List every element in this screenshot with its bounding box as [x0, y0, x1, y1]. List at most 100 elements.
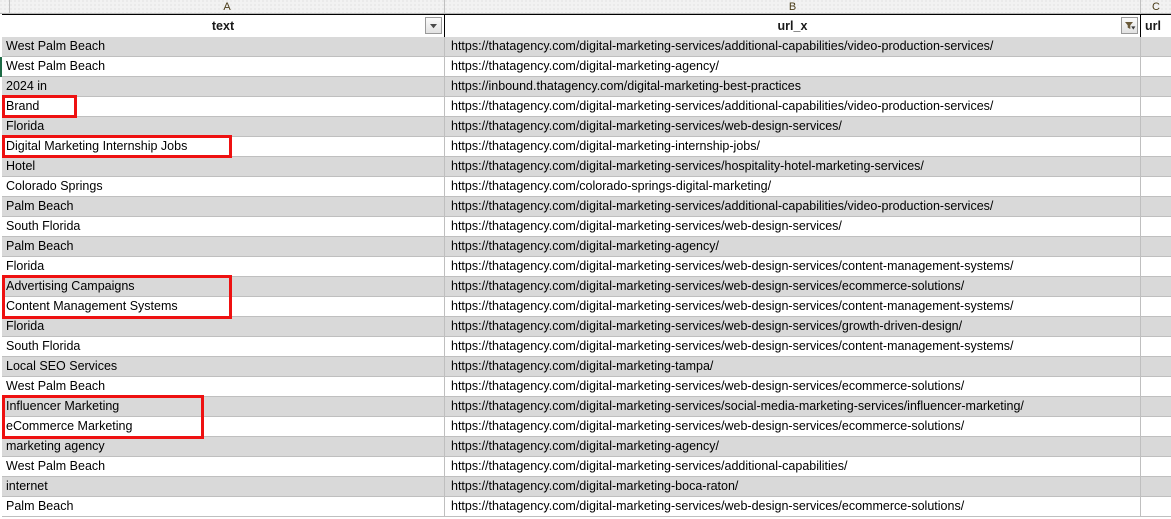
table-row[interactable]: South Florida https://thatagency.com/digi… — [0, 217, 1171, 237]
cell-url-x[interactable]: https://thatagency.com/digital-marketing… — [445, 417, 1141, 437]
cell-url-x[interactable]: https://thatagency.com/digital-marketing… — [445, 477, 1141, 497]
cell-url[interactable] — [1141, 197, 1171, 217]
cell-url[interactable] — [1141, 377, 1171, 397]
cell-text[interactable]: marketing agency — [2, 437, 445, 457]
cell-url-x[interactable]: https://thatagency.com/digital-marketing… — [445, 257, 1141, 277]
cell-url[interactable] — [1141, 417, 1171, 437]
cell-url-x[interactable]: https://thatagency.com/digital-marketing… — [445, 197, 1141, 217]
cell-url[interactable] — [1141, 237, 1171, 257]
cell-url-x[interactable]: https://thatagency.com/digital-marketing… — [445, 57, 1141, 77]
table-row[interactable]: Brand https://thatagency.com/digital-mark… — [0, 97, 1171, 117]
cell-url[interactable] — [1141, 77, 1171, 97]
dropdown-arrow-icon[interactable] — [425, 17, 442, 34]
cell-url[interactable] — [1141, 497, 1171, 517]
cell-url-x[interactable]: https://thatagency.com/digital-marketing… — [445, 297, 1141, 317]
cell-url-x[interactable]: https://thatagency.com/digital-marketing… — [445, 157, 1141, 177]
url-link[interactable]: https://thatagency.com/digital-marketing… — [451, 479, 738, 493]
url-link[interactable]: https://thatagency.com/digital-marketing… — [451, 279, 964, 293]
url-link[interactable]: https://thatagency.com/digital-marketing… — [451, 419, 964, 433]
cell-text[interactable]: West Palm Beach — [2, 457, 445, 477]
cell-text[interactable]: West Palm Beach — [2, 37, 445, 57]
cell-url-x[interactable]: https://thatagency.com/digital-marketing… — [445, 357, 1141, 377]
cell-text[interactable]: Hotel — [2, 157, 445, 177]
cell-url[interactable] — [1141, 277, 1171, 297]
column-header-b[interactable]: B — [445, 0, 1141, 14]
table-row[interactable]: Local SEO Services https://thatagency.com… — [0, 357, 1171, 377]
table-row[interactable]: West Palm Beach https://thatagency.com/di… — [0, 57, 1171, 77]
table-row[interactable]: Palm Beach https://thatagency.com/digital… — [0, 497, 1171, 517]
url-link[interactable]: https://inbound.thatagency.com/digital-m… — [451, 79, 801, 93]
url-link[interactable]: https://thatagency.com/digital-marketing… — [451, 319, 962, 333]
cell-url[interactable] — [1141, 317, 1171, 337]
table-row[interactable]: South Florida https://thatagency.com/digi… — [0, 337, 1171, 357]
cell-text[interactable]: Influencer Marketing — [2, 397, 445, 417]
cell-url-x[interactable]: https://thatagency.com/colorado-springs-… — [445, 177, 1141, 197]
cell-url-x[interactable]: https://thatagency.com/digital-marketing… — [445, 337, 1141, 357]
table-row[interactable]: internet https://thatagency.com/digital-m… — [0, 477, 1171, 497]
cell-text[interactable]: Colorado Springs — [2, 177, 445, 197]
cell-url-x[interactable]: https://thatagency.com/digital-marketing… — [445, 137, 1141, 157]
cell-url[interactable] — [1141, 97, 1171, 117]
cell-url-x[interactable]: https://thatagency.com/digital-marketing… — [445, 237, 1141, 257]
table-row[interactable]: Florida https://thatagency.com/digital-ma… — [0, 117, 1171, 137]
table-row[interactable]: Advertising Campaigns https://thatagency.… — [0, 277, 1171, 297]
cell-text[interactable]: Florida — [2, 117, 445, 137]
cell-text[interactable]: Content Management Systems — [2, 297, 445, 317]
cell-text[interactable]: Palm Beach — [2, 197, 445, 217]
table-row[interactable]: eCommerce Marketing https://thatagency.co… — [0, 417, 1171, 437]
cell-url[interactable] — [1141, 257, 1171, 277]
url-link[interactable]: https://thatagency.com/digital-marketing… — [451, 299, 1014, 313]
table-row[interactable]: Content Management Systems https://thatag… — [0, 297, 1171, 317]
cell-text[interactable]: Palm Beach — [2, 237, 445, 257]
cell-text[interactable]: Florida — [2, 317, 445, 337]
table-row[interactable]: West Palm Beach https://thatagency.com/di… — [0, 457, 1171, 477]
cell-text[interactable]: South Florida — [2, 337, 445, 357]
column-header-c[interactable]: C — [1141, 0, 1171, 14]
cell-url[interactable] — [1141, 37, 1171, 57]
cell-url[interactable] — [1141, 477, 1171, 497]
table-row[interactable]: Colorado Springs https://thatagency.com/c… — [0, 177, 1171, 197]
cell-url[interactable] — [1141, 137, 1171, 157]
cell-text[interactable]: Florida — [2, 257, 445, 277]
cell-url-x[interactable]: https://thatagency.com/digital-marketing… — [445, 117, 1141, 137]
cell-text[interactable]: Advertising Campaigns — [2, 277, 445, 297]
table-row[interactable]: Hotel https://thatagency.com/digital-mark… — [0, 157, 1171, 177]
cell-url[interactable] — [1141, 457, 1171, 477]
url-link[interactable]: https://thatagency.com/digital-marketing… — [451, 239, 719, 253]
cell-url[interactable] — [1141, 217, 1171, 237]
url-link[interactable]: https://thatagency.com/digital-marketing… — [451, 59, 719, 73]
cell-url[interactable] — [1141, 297, 1171, 317]
cell-text[interactable]: internet — [2, 477, 445, 497]
table-row[interactable]: West Palm Beach https://thatagency.com/di… — [0, 377, 1171, 397]
url-link[interactable]: https://thatagency.com/digital-marketing… — [451, 379, 964, 393]
url-link[interactable]: https://thatagency.com/digital-marketing… — [451, 499, 964, 513]
cell-text[interactable]: Brand — [2, 97, 445, 117]
cell-url-x[interactable]: https://thatagency.com/digital-marketing… — [445, 277, 1141, 297]
cell-url[interactable] — [1141, 357, 1171, 377]
cell-text[interactable]: Digital Marketing Internship Jobs — [2, 137, 445, 157]
cell-url[interactable] — [1141, 177, 1171, 197]
url-link[interactable]: https://thatagency.com/colorado-springs-… — [451, 179, 771, 193]
cell-text[interactable]: South Florida — [2, 217, 445, 237]
cell-text[interactable]: Local SEO Services — [2, 357, 445, 377]
cell-url[interactable] — [1141, 57, 1171, 77]
table-row[interactable]: Palm Beach https://thatagency.com/digital… — [0, 197, 1171, 217]
cell-url-x[interactable]: https://thatagency.com/digital-marketing… — [445, 497, 1141, 517]
spreadsheet-grid[interactable]: A B C text url_x url West Palm Beach htt… — [0, 0, 1171, 519]
cell-url[interactable] — [1141, 437, 1171, 457]
url-link[interactable]: https://thatagency.com/digital-marketing… — [451, 359, 713, 373]
table-row[interactable]: Florida https://thatagency.com/digital-ma… — [0, 317, 1171, 337]
cell-url-x[interactable]: https://thatagency.com/digital-marketing… — [445, 317, 1141, 337]
cell-url[interactable] — [1141, 117, 1171, 137]
url-link[interactable]: https://thatagency.com/digital-marketing… — [451, 159, 924, 173]
cell-text[interactable]: West Palm Beach — [2, 377, 445, 397]
cell-text[interactable]: West Palm Beach — [2, 57, 445, 77]
cell-url[interactable] — [1141, 337, 1171, 357]
funnel-filter-icon[interactable] — [1121, 17, 1138, 34]
cell-url-x[interactable]: https://thatagency.com/digital-marketing… — [445, 377, 1141, 397]
cell-url-x[interactable]: https://thatagency.com/digital-marketing… — [445, 37, 1141, 57]
url-link[interactable]: https://thatagency.com/digital-marketing… — [451, 459, 847, 473]
url-link[interactable]: https://thatagency.com/digital-marketing… — [451, 339, 1014, 353]
cell-text[interactable]: Palm Beach — [2, 497, 445, 517]
cell-url[interactable] — [1141, 397, 1171, 417]
